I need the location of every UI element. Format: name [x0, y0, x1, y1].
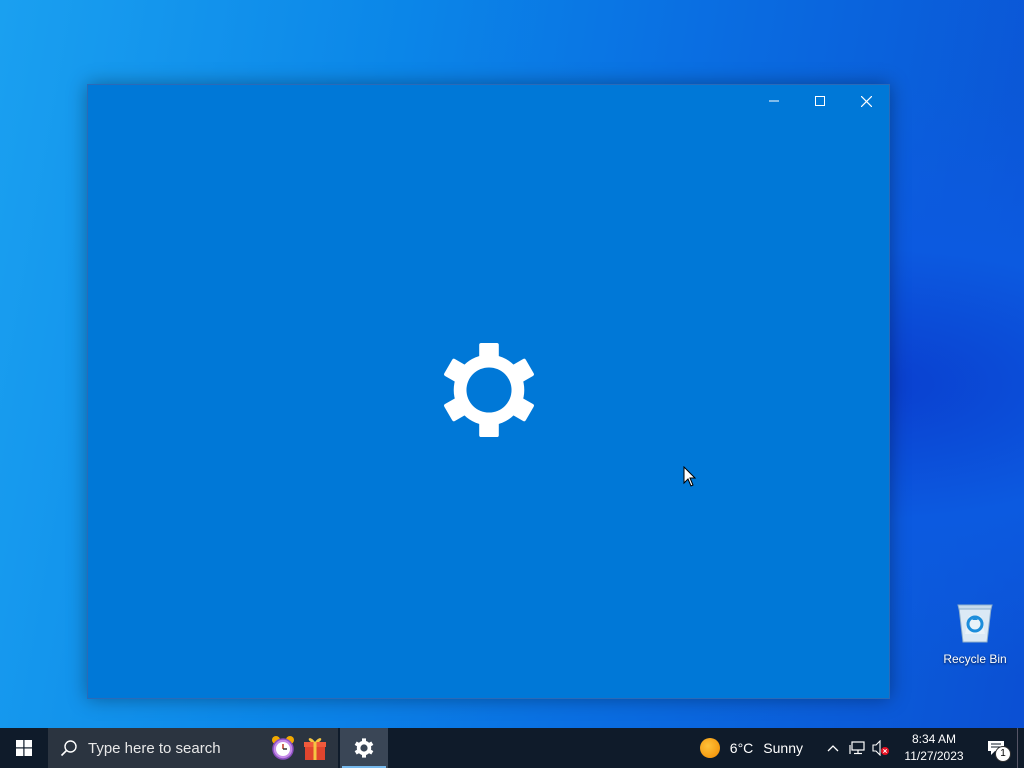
start-button[interactable] — [0, 728, 48, 768]
volume-muted-icon — [872, 740, 889, 756]
maximize-icon — [815, 96, 825, 106]
mouse-cursor-icon — [683, 466, 697, 487]
search-icon — [60, 740, 77, 757]
gift-icon[interactable] — [302, 735, 328, 761]
network-icon — [849, 741, 865, 755]
minimize-icon — [769, 100, 779, 102]
settings-gear-icon — [354, 738, 374, 758]
weather-condition: Sunny — [763, 740, 803, 756]
windows-logo-icon — [16, 740, 32, 756]
system-tray: 6°C Sunny 8:34 AM 11/27/2023 1 — [699, 728, 1024, 768]
clock-time: 8:34 AM — [911, 732, 957, 746]
search-placeholder: Type here to search — [88, 739, 221, 757]
alarm-clock-icon[interactable] — [270, 735, 296, 761]
chevron-up-icon — [827, 745, 839, 752]
show-desktop-button[interactable] — [1017, 728, 1024, 768]
weather-widget[interactable]: 6°C Sunny — [699, 738, 803, 758]
taskbar-clock[interactable]: 8:34 AM 11/27/2023 — [899, 731, 969, 765]
notification-count-badge: 1 — [995, 746, 1011, 762]
clock-date: 11/27/2023 — [904, 749, 964, 763]
search-highlights — [270, 735, 328, 761]
action-center-button[interactable]: 1 — [975, 728, 1017, 768]
window-controls — [751, 85, 889, 117]
recycle-bin-icon — [957, 604, 993, 643]
maximize-button[interactable] — [797, 85, 843, 117]
desktop-icon-label: Recycle Bin — [943, 652, 1007, 666]
gear-icon — [444, 342, 534, 438]
settings-window[interactable] — [87, 84, 890, 699]
network-button[interactable] — [845, 728, 869, 768]
desktop-icon-recycle-bin[interactable]: Recycle Bin — [940, 600, 1010, 670]
sun-icon — [699, 738, 720, 758]
search-box[interactable]: Type here to search — [48, 728, 338, 768]
show-hidden-icons-button[interactable] — [821, 728, 845, 768]
close-icon — [860, 95, 872, 107]
taskbar: Type here to search 6°C Sunny 8:34 AM 11… — [0, 728, 1024, 768]
volume-button[interactable] — [869, 728, 893, 768]
close-button[interactable] — [843, 85, 889, 117]
taskbar-app-settings[interactable] — [340, 728, 388, 768]
weather-temperature: 6°C — [729, 740, 754, 756]
minimize-button[interactable] — [751, 85, 797, 117]
